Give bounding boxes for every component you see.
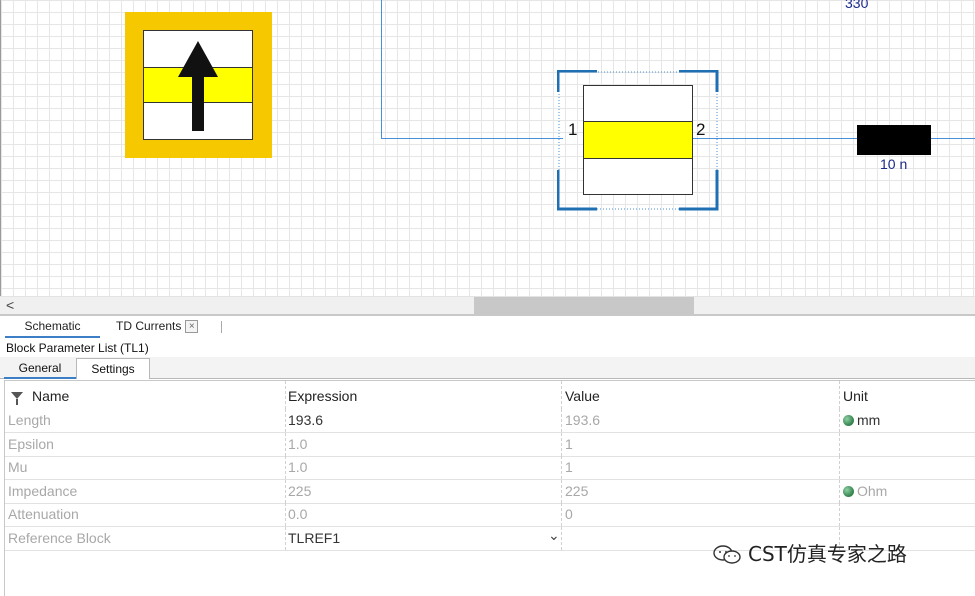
cell-unit [839,503,975,526]
document-tabs: Schematic TD Currents × [0,314,975,338]
tab-td-currents[interactable]: TD Currents × [104,316,216,338]
cell-expression[interactable]: 193.6 [285,409,561,432]
header-expression[interactable]: Expression [285,381,561,409]
port-2-label: 2 [696,120,706,139]
cell-value: 225 [561,480,839,503]
port-1-label: 1 [568,120,578,139]
filter-icon[interactable] [11,392,23,405]
inductor-value-label[interactable]: 10 n [880,156,907,172]
cell-expression[interactable]: 1.0 [285,433,561,456]
table-row[interactable]: Mu 1.0 1 [5,456,975,479]
chevron-down-icon[interactable]: ⌄ [548,524,560,547]
table-row[interactable]: Epsilon 1.0 1 [5,433,975,456]
current-probe-block[interactable] [125,12,272,158]
cell-unit[interactable]: mm [839,409,975,432]
scrollbar-thumb[interactable] [474,297,694,314]
close-icon[interactable]: × [185,320,199,334]
table-row[interactable]: Attenuation 0.0 0 [5,503,975,526]
cell-value: 1 [561,433,839,456]
horizontal-scrollbar[interactable]: < [0,296,975,314]
header-unit[interactable]: Unit [839,381,975,409]
resistor-value-label[interactable]: 330 [845,0,868,11]
tl1-yellow-band [583,121,693,159]
header-name[interactable]: Name [8,381,285,409]
cell-expression[interactable]: 225 [285,480,561,503]
cell-unit[interactable]: Ohm [839,480,975,503]
wire-left[interactable] [381,138,563,139]
table-header: Name Expression Value Unit [5,381,975,409]
table-row[interactable]: Length 193.6 193.6 mm [5,409,975,432]
cell-value: 0 [561,503,839,526]
schematic-canvas[interactable]: 330 1 2 10 n [0,0,975,296]
tl1-selection-frame[interactable]: 1 2 [557,70,719,211]
cell-value: 193.6 [561,409,839,432]
cell-unit [839,433,975,456]
cell-name: Length [8,412,51,428]
cell-expression[interactable]: 0.0 [285,503,561,526]
probe-inner-box [143,30,253,140]
cell-name: Mu [8,459,28,475]
tab-separator [221,321,222,333]
inductor-block[interactable] [857,125,931,155]
panel-title: Block Parameter List (TL1) [6,341,149,355]
cell-name: Reference Block [8,530,111,546]
cell-name: Attenuation [8,506,79,522]
table-row[interactable]: Impedance 225 225 Ohm [5,480,975,503]
parameter-tabs: General Settings [0,357,975,379]
arrow-up-icon [178,41,218,131]
tab-schematic[interactable]: Schematic [5,316,100,338]
wechat-icon [713,545,741,564]
tab-settings[interactable]: Settings [76,358,150,379]
wire-far-right[interactable] [931,138,975,139]
cell-expression[interactable]: 1.0 [285,456,561,479]
cell-value: 1 [561,456,839,479]
globe-icon [843,415,854,426]
tl1-block-body[interactable] [583,85,693,195]
header-value[interactable]: Value [561,381,839,409]
watermark: CST仿真专家之路 [712,538,907,567]
wire-vertical[interactable] [381,0,382,139]
cell-unit [839,456,975,479]
reference-block-select[interactable]: TLREF1 ⌄ [285,527,561,550]
globe-icon [843,486,854,497]
tab-td-currents-label: TD Currents [116,319,182,333]
cst-schematic-window: 330 1 2 10 n < Schematic TD Currents × B… [0,0,975,596]
cell-name: Epsilon [8,436,54,452]
tab-general[interactable]: General [4,358,76,379]
watermark-text: CST仿真专家之路 [748,542,907,566]
scroll-left-arrow-icon[interactable]: < [6,297,14,313]
cell-name: Impedance [8,483,78,499]
